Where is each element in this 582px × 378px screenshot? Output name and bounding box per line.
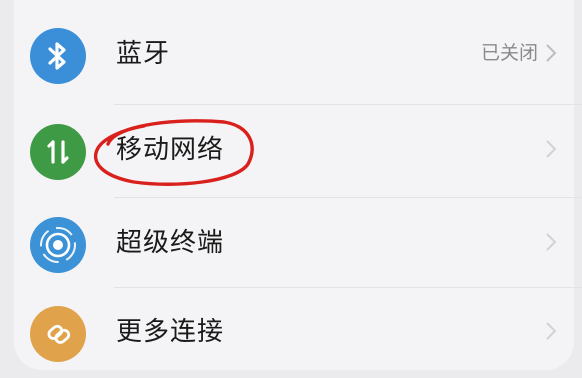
super-device-icon [30,217,86,273]
settings-item-mobile-network[interactable]: 移动网络 [14,104,582,196]
settings-item-bluetooth[interactable]: 蓝牙 已关闭 [14,8,582,100]
bluetooth-status: 已关闭 [480,42,538,64]
more-connections-icon [30,306,86,362]
settings-item-super-device[interactable]: 超级终端 [14,197,582,289]
mobile-network-icon [30,124,86,180]
settings-item-label: 移动网络 [116,135,225,165]
chevron-right-icon [546,140,557,158]
chevron-right-icon [546,322,557,340]
chevron-right-icon [546,44,557,62]
settings-item-label: 蓝牙 [116,39,171,69]
bluetooth-icon [30,28,86,84]
chevron-right-icon [546,233,557,251]
settings-item-label: 更多连接 [116,317,225,347]
settings-item-more-connections[interactable]: 更多连接 [14,286,582,378]
settings-item-label: 超级终端 [116,228,225,258]
